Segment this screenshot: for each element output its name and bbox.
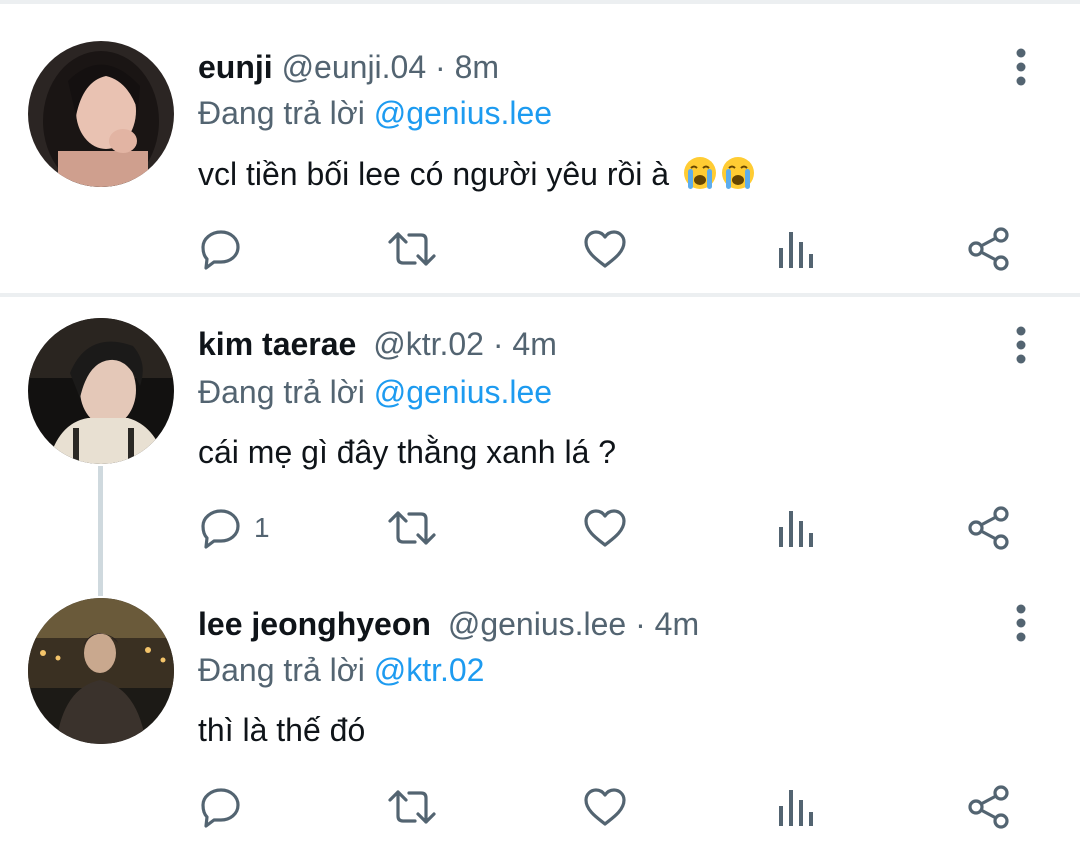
analytics-icon bbox=[779, 790, 813, 826]
more-vertical-icon bbox=[1016, 604, 1026, 642]
more-options-button[interactable] bbox=[1004, 603, 1038, 643]
reply-icon bbox=[201, 788, 240, 828]
tweet-header: lee jeonghyeon @genius.lee · 4m bbox=[198, 604, 699, 644]
like-icon bbox=[584, 788, 626, 826]
replying-to: Đang trả lời @ktr.02 bbox=[198, 650, 484, 690]
handle[interactable]: @genius.lee bbox=[448, 606, 626, 642]
tweet-text-content: thì là thế đó bbox=[198, 712, 366, 748]
timestamp[interactable]: 4m bbox=[655, 606, 699, 642]
retweet-icon bbox=[388, 790, 436, 824]
reply-button[interactable] bbox=[200, 782, 254, 832]
action-bar bbox=[0, 782, 1080, 832]
like-button[interactable] bbox=[583, 782, 627, 832]
display-name[interactable]: lee jeonghyeon bbox=[198, 606, 431, 642]
replying-to-label: Đang trả lời bbox=[198, 652, 365, 688]
share-button[interactable] bbox=[966, 782, 1012, 832]
mention-link[interactable]: @ktr.02 bbox=[374, 652, 485, 688]
avatar[interactable] bbox=[28, 598, 174, 744]
retweet-button[interactable] bbox=[387, 782, 437, 832]
tweet-text: thì là thế đó bbox=[198, 710, 365, 750]
share-icon bbox=[968, 785, 1009, 829]
tweet[interactable]: lee jeonghyeon @genius.lee · 4m Đang trả… bbox=[0, 0, 1080, 851]
separator-dot: · bbox=[635, 606, 646, 642]
analytics-button[interactable] bbox=[777, 782, 817, 832]
timeline: eunji @eunji.04 · 8m Đang trả lời @geniu… bbox=[0, 0, 1080, 851]
